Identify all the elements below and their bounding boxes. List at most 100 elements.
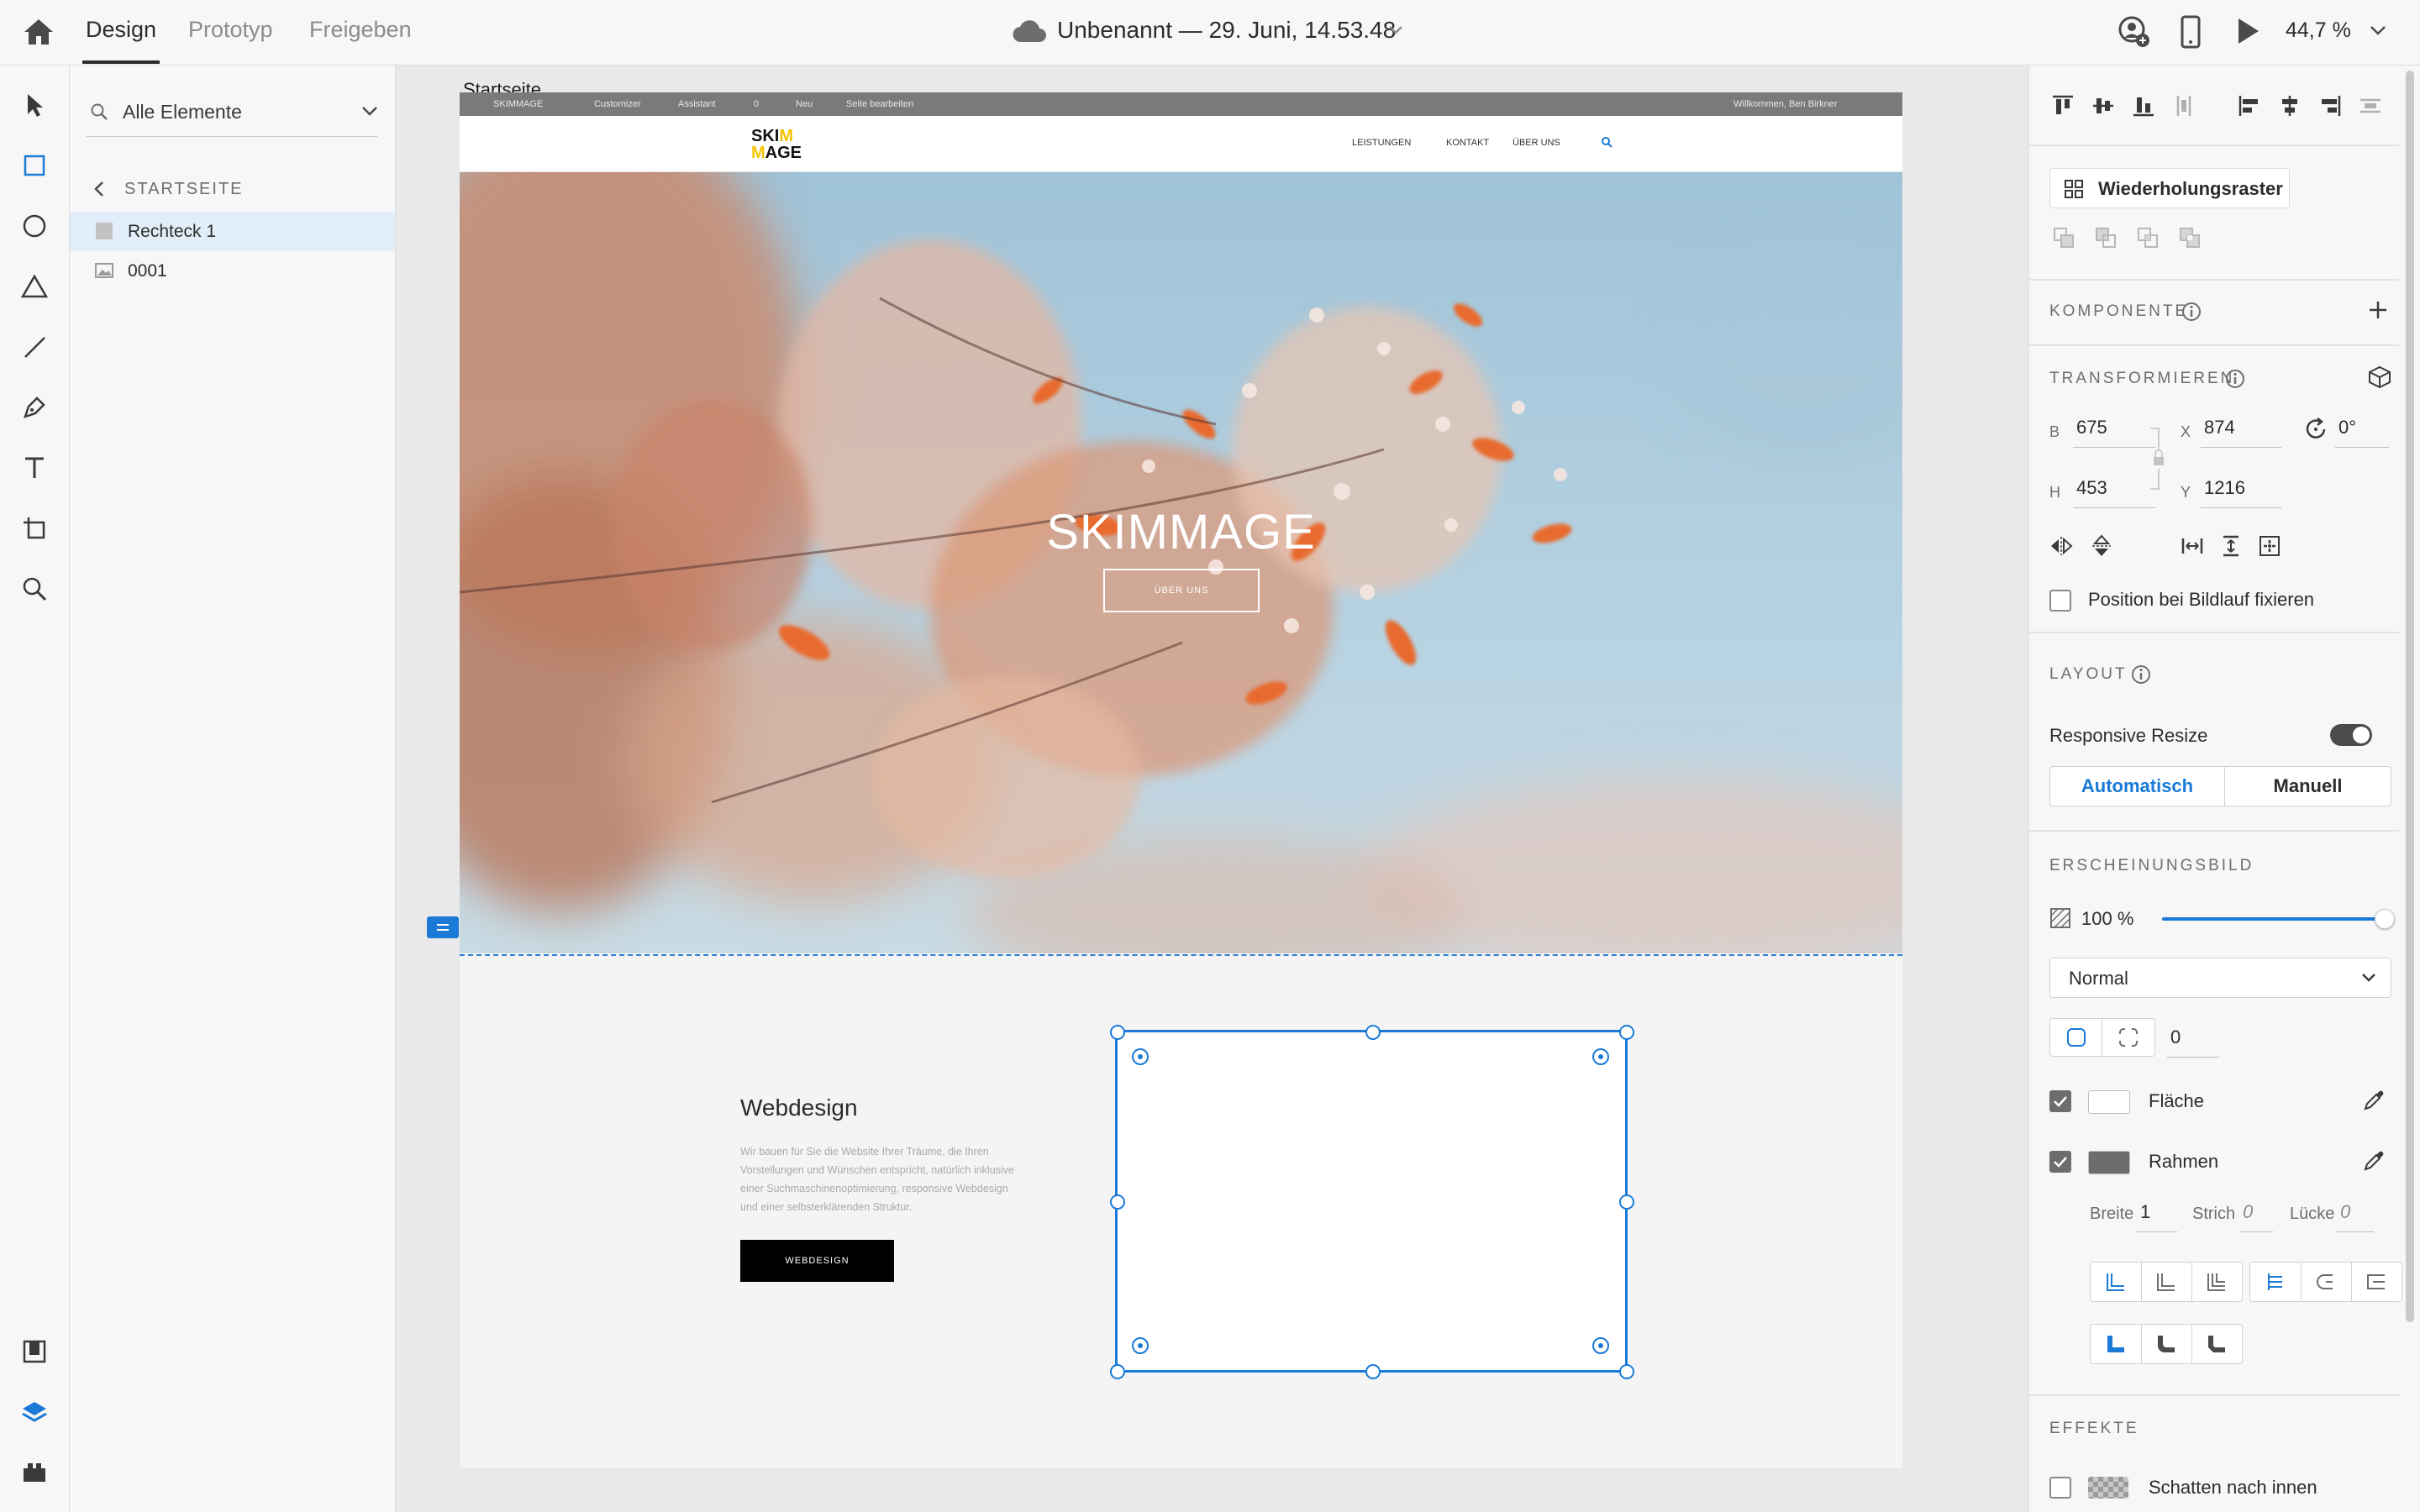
resize-handle-e[interactable] xyxy=(1619,1194,1634,1210)
stroke-center-icon[interactable] xyxy=(2141,1263,2192,1301)
lock-aspect-icon[interactable] xyxy=(2149,425,2169,492)
corner-radius-all-button[interactable] xyxy=(2049,1018,2103,1057)
zoom-tool-icon[interactable] xyxy=(17,571,52,606)
layer-filter-select[interactable]: Alle Elemente xyxy=(123,101,242,123)
opacity-field[interactable]: 100 % xyxy=(2081,908,2133,930)
tab-design[interactable]: Design xyxy=(86,17,156,43)
back-chevron-icon[interactable] xyxy=(94,181,104,197)
opacity-slider-track[interactable] xyxy=(2162,917,2384,921)
resize-handle-nw[interactable] xyxy=(1110,1025,1125,1040)
constraint-height-icon[interactable] xyxy=(2217,533,2244,559)
resize-handle-w[interactable] xyxy=(1110,1194,1125,1210)
ellipse-tool-icon[interactable] xyxy=(17,208,52,244)
tab-prototype[interactable]: Prototyp xyxy=(188,17,273,43)
resize-handle-s[interactable] xyxy=(1365,1364,1381,1379)
corner-radius-handle-se[interactable] xyxy=(1592,1337,1609,1354)
chevron-down-icon[interactable] xyxy=(1388,25,1403,35)
cap-round-icon[interactable] xyxy=(2301,1263,2352,1301)
select-tool-icon[interactable] xyxy=(17,87,52,123)
resize-handle-se[interactable] xyxy=(1619,1364,1634,1379)
add-component-icon[interactable] xyxy=(2367,299,2389,321)
cap-butt-icon[interactable] xyxy=(2250,1263,2302,1301)
home-icon[interactable] xyxy=(22,17,55,47)
stroke-inside-icon[interactable] xyxy=(2091,1263,2142,1301)
fix-position-checkbox[interactable] xyxy=(2049,590,2071,612)
align-middle-icon[interactable] xyxy=(2088,91,2118,121)
pen-tool-icon[interactable] xyxy=(17,390,52,425)
zoom-chevron-down-icon[interactable] xyxy=(2370,25,2386,35)
constraint-fit-icon[interactable] xyxy=(2256,533,2283,559)
align-top-icon[interactable] xyxy=(2048,91,2078,121)
3d-transform-icon[interactable] xyxy=(2367,365,2392,390)
align-bottom-icon[interactable] xyxy=(2128,91,2159,121)
inner-shadow-checkbox[interactable] xyxy=(2049,1477,2071,1499)
fill-checkbox[interactable] xyxy=(2049,1090,2071,1112)
assets-icon[interactable] xyxy=(17,1334,52,1369)
cap-square-icon[interactable] xyxy=(2351,1263,2402,1301)
text-tool-icon[interactable] xyxy=(17,450,52,486)
properties-scrollbar[interactable] xyxy=(2406,71,2414,1322)
corner-radius-handle-ne[interactable] xyxy=(1592,1048,1609,1065)
join-bevel-icon[interactable] xyxy=(2191,1325,2242,1363)
align-center-icon[interactable] xyxy=(2275,91,2305,121)
dash-field[interactable]: 0 xyxy=(2243,1201,2253,1223)
resize-mode-manual[interactable]: Manuell xyxy=(2225,767,2391,806)
layers-icon[interactable] xyxy=(17,1394,52,1430)
selected-rectangle[interactable] xyxy=(1115,1030,1628,1373)
align-right-icon[interactable] xyxy=(2315,91,2345,121)
border-eyedropper-icon[interactable] xyxy=(2362,1147,2387,1173)
boolean-exclude-icon[interactable] xyxy=(2177,225,2202,250)
height-field[interactable]: 453 xyxy=(2076,477,2107,499)
stroke-width-field[interactable]: 1 xyxy=(2140,1201,2150,1223)
layer-item-0001[interactable]: 0001 xyxy=(70,251,395,291)
zoom-level[interactable]: 44,7 % xyxy=(2286,18,2351,43)
resize-mode-automatic[interactable]: Automatisch xyxy=(2050,767,2225,806)
border-color-swatch[interactable] xyxy=(2088,1151,2130,1174)
blend-mode-select[interactable]: Normal xyxy=(2049,958,2391,998)
flip-vertical-icon[interactable] xyxy=(2088,533,2115,559)
repeat-grid-button[interactable]: Wiederholungsraster xyxy=(2049,168,2290,208)
artboard-tool-icon[interactable] xyxy=(17,511,52,546)
plugins-icon[interactable] xyxy=(17,1455,52,1490)
rectangle-tool-icon[interactable] xyxy=(17,148,52,183)
layer-item-rechteck-1[interactable]: Rechteck 1 xyxy=(70,212,395,251)
corner-radius-individual-button[interactable] xyxy=(2102,1018,2155,1057)
fill-eyedropper-icon[interactable] xyxy=(2362,1087,2387,1112)
corner-radius-handle-sw[interactable] xyxy=(1132,1337,1149,1354)
fill-color-swatch[interactable] xyxy=(2088,1090,2130,1114)
polygon-tool-icon[interactable] xyxy=(17,269,52,304)
stroke-outside-icon[interactable] xyxy=(2191,1263,2242,1301)
join-miter-icon[interactable] xyxy=(2091,1325,2142,1363)
rotation-field[interactable]: 0° xyxy=(2338,417,2356,438)
mobile-preview-icon[interactable] xyxy=(2180,15,2202,49)
gap-field[interactable]: 0 xyxy=(2340,1201,2350,1223)
guide-handle[interactable] xyxy=(427,916,459,938)
user-share-icon[interactable] xyxy=(2118,15,2151,49)
boolean-subtract-icon[interactable] xyxy=(2093,225,2118,250)
join-round-icon[interactable] xyxy=(2141,1325,2192,1363)
layout-info-icon[interactable] xyxy=(2130,664,2152,685)
resize-handle-ne[interactable] xyxy=(1619,1025,1634,1040)
filter-chevron-down-icon[interactable] xyxy=(361,106,378,116)
boolean-intersect-icon[interactable] xyxy=(2135,225,2160,250)
border-checkbox[interactable] xyxy=(2049,1151,2071,1173)
align-left-icon[interactable] xyxy=(2234,91,2265,121)
line-tool-icon[interactable] xyxy=(17,329,52,365)
corner-radius-field[interactable]: 0 xyxy=(2170,1026,2181,1048)
resize-handle-n[interactable] xyxy=(1365,1025,1381,1040)
constraint-width-icon[interactable] xyxy=(2179,533,2206,559)
transform-info-icon[interactable] xyxy=(2224,368,2246,390)
resize-handle-sw[interactable] xyxy=(1110,1364,1125,1379)
distribute-vertical-icon[interactable] xyxy=(2169,91,2199,121)
boolean-add-icon[interactable] xyxy=(2051,225,2076,250)
width-field[interactable]: 675 xyxy=(2076,417,2107,438)
corner-radius-handle-nw[interactable] xyxy=(1132,1048,1149,1065)
play-icon[interactable] xyxy=(2235,17,2260,45)
canvas[interactable]: Startseite SKIMMAGE Customizer Assistant… xyxy=(396,66,2028,1512)
artboard-startseite[interactable]: SKIMMAGE Customizer Assistant 0 Neu Seit… xyxy=(460,92,1902,1512)
tab-share[interactable]: Freigeben xyxy=(309,17,412,43)
opacity-slider-knob[interactable] xyxy=(2375,909,2395,929)
responsive-resize-toggle[interactable] xyxy=(2330,724,2372,746)
document-title[interactable]: Unbenannt — 29. Juni, 14.53.48 xyxy=(1057,17,1396,44)
x-field[interactable]: 874 xyxy=(2204,417,2235,438)
